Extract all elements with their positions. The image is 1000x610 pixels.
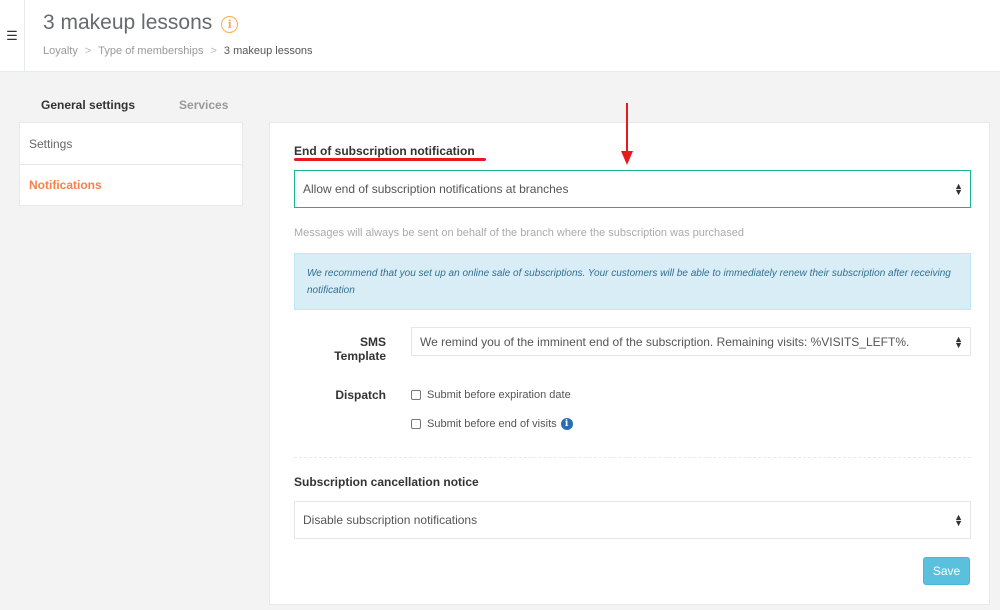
recommendation-alert: We recommend that you set up an online s… <box>294 253 971 310</box>
sidebar-item-notifications[interactable]: Notifications <box>20 164 242 205</box>
dispatch-option-expiration-label: Submit before expiration date <box>427 389 571 401</box>
side-menu: Settings Notifications <box>19 122 243 206</box>
cancellation-notice-select-value: Disable subscription notifications <box>303 513 478 527</box>
hamburger-menu-icon[interactable]: ☰ <box>0 0 25 72</box>
checkbox-end-of-visits[interactable] <box>411 419 421 429</box>
checkbox-expiration-date[interactable] <box>411 390 421 400</box>
help-text: Messages will always be sent on behalf o… <box>294 227 745 239</box>
dispatch-label: Dispatch <box>335 388 386 402</box>
save-button[interactable]: Save <box>923 557 970 585</box>
tab-services[interactable]: Services <box>179 98 228 112</box>
breadcrumb-separator: > <box>210 45 217 57</box>
end-notification-select-value: Allow end of subscription notifications … <box>303 182 569 196</box>
breadcrumb-current: 3 makeup lessons <box>223 45 313 57</box>
sort-arrows-icon: ▲ ▼ <box>954 181 963 197</box>
sort-arrows-icon: ▲ ▼ <box>954 512 963 528</box>
cancellation-notice-select[interactable]: Disable subscription notifications ▲ ▼ <box>294 501 971 539</box>
settings-tabs: General settings Services <box>41 98 272 112</box>
sms-template-label: SMS Template <box>334 335 386 363</box>
info-circle-icon[interactable]: i <box>221 16 239 33</box>
dispatch-option-visits-label: Submit before end of visits <box>427 418 557 430</box>
page-title-text: 3 makeup lessons <box>43 11 213 34</box>
red-arrow-annotation <box>621 103 633 165</box>
cancellation-notice-title: Subscription cancellation notice <box>294 475 479 489</box>
breadcrumb: Loyalty > Type of memberships > 3 makeup… <box>43 45 313 57</box>
red-underline-annotation <box>294 158 486 161</box>
sort-arrows-icon: ▲ ▼ <box>954 333 963 350</box>
breadcrumb-separator: > <box>84 45 92 57</box>
info-icon[interactable]: i <box>560 418 573 430</box>
sms-template-select-value: We remind you of the imminent end of the… <box>420 334 910 349</box>
dispatch-option-expiration[interactable]: Submit before expiration date <box>411 389 571 401</box>
page-header: ☰ 3 makeup lessons i Loyalty > Type of m… <box>0 0 1000 72</box>
page-title: 3 makeup lessons i <box>43 11 239 35</box>
sidebar-item-settings[interactable]: Settings <box>20 123 242 164</box>
tab-general-settings[interactable]: General settings <box>41 98 135 112</box>
sms-template-select[interactable]: We remind you of the imminent end of the… <box>411 327 971 356</box>
end-notification-select[interactable]: Allow end of subscription notifications … <box>294 170 971 208</box>
breadcrumb-loyalty[interactable]: Loyalty <box>43 45 78 57</box>
section-divider <box>294 457 971 458</box>
breadcrumb-type-of-memberships[interactable]: Type of memberships <box>98 45 203 57</box>
notifications-panel: End of subscription notification Allow e… <box>269 122 990 605</box>
end-notification-title: End of subscription notification <box>294 144 475 158</box>
dispatch-option-visits[interactable]: Submit before end of visits i <box>411 418 573 430</box>
